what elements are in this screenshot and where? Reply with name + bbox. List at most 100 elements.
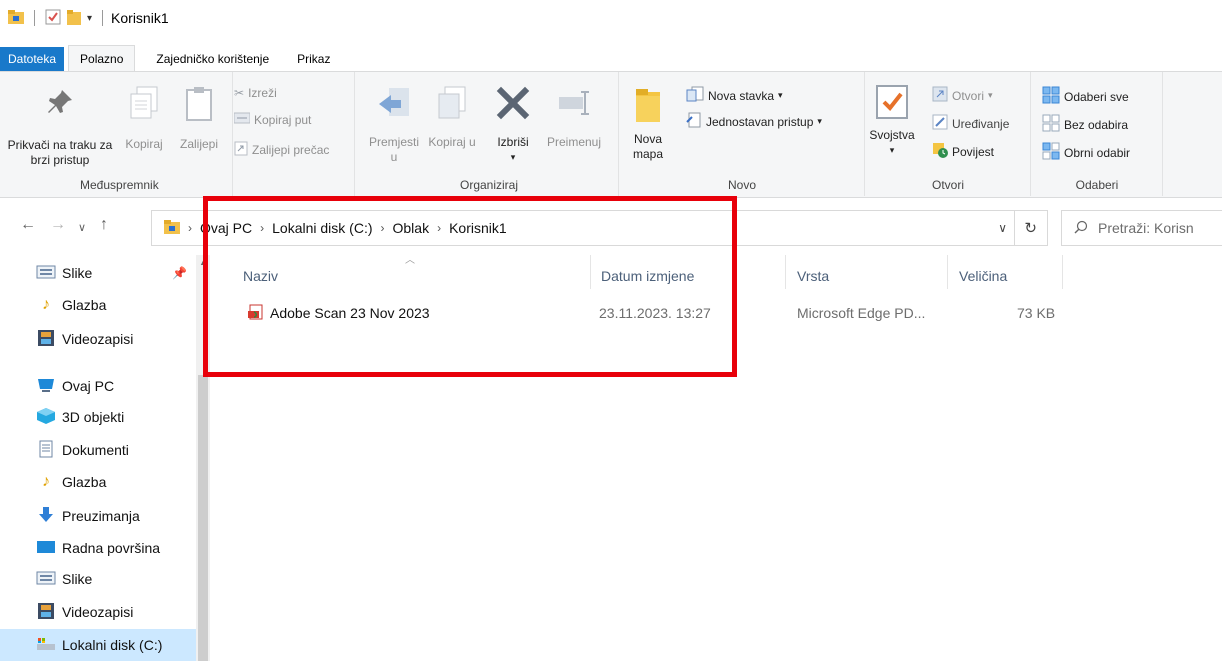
edit-button[interactable]: Uređivanje <box>932 114 1009 133</box>
pictures-icon <box>36 264 56 283</box>
new-item-label: Nova stavka <box>708 88 775 103</box>
rename-button[interactable]: Preimenuj <box>542 86 606 150</box>
window-title: Korisnik1 <box>111 10 169 26</box>
tab-view[interactable]: Prikaz <box>286 47 341 71</box>
sidebar-item-documents[interactable]: Dokumenti <box>36 434 129 466</box>
sidebar-item-label: Preuzimanja <box>62 508 140 524</box>
properties-button[interactable]: Svojstva ▾ <box>869 84 915 158</box>
sidebar-item-pictures[interactable]: Slike <box>36 563 92 595</box>
move-to-button[interactable]: Premjesti u <box>366 86 422 165</box>
new-item-button[interactable]: Nova stavka ▾ <box>686 86 783 105</box>
download-arrow-icon <box>36 506 56 527</box>
recent-locations-chevron-icon[interactable]: ∨ <box>78 221 86 234</box>
column-header-size[interactable]: Veličina <box>959 261 1007 291</box>
column-header-type[interactable]: Vrsta <box>797 261 829 291</box>
sidebar-item-3d-objects[interactable]: 3D objekti <box>36 401 124 433</box>
3d-objects-icon <box>36 407 56 428</box>
copy-to-icon <box>437 86 467 124</box>
invert-selection-button[interactable]: Obrni odabir <box>1042 142 1130 163</box>
sidebar-item-local-disk[interactable]: Lokalni disk (C:) <box>0 629 199 661</box>
select-none-label: Bez odabira <box>1064 117 1129 132</box>
sidebar-item-this-pc[interactable]: Ovaj PC <box>36 370 114 402</box>
delete-x-icon <box>496 86 530 124</box>
chevron-down-icon: ▾ <box>817 116 822 126</box>
sidebar-item-videos[interactable]: Videozapisi <box>36 323 133 355</box>
column-divider[interactable] <box>785 255 786 289</box>
copy-to-button[interactable]: Kopiraj u <box>426 86 478 150</box>
paste-button[interactable]: Zalijepi <box>172 86 226 152</box>
explorer-folder-icon[interactable] <box>8 9 24 27</box>
new-item-icon <box>686 86 704 105</box>
select-all-label: Odaberi sve <box>1064 89 1129 104</box>
easy-access-label: Jednostavan pristup <box>706 114 814 129</box>
select-none-icon <box>1042 114 1060 135</box>
up-arrow-icon[interactable]: ↑ <box>100 216 108 234</box>
sidebar-item-downloads[interactable]: Preuzimanja <box>36 500 140 532</box>
rename-icon <box>557 86 591 124</box>
quick-access-toolbar: ▾ <box>0 9 107 28</box>
music-note-icon: ♪ <box>42 296 50 313</box>
videos-icon <box>36 602 56 623</box>
group-organize: Premjesti u Kopiraj u Izbriši ▾ Preimenu… <box>360 72 619 196</box>
edit-icon <box>932 114 948 133</box>
back-arrow-icon[interactable]: ← <box>20 216 36 234</box>
invert-selection-label: Obrni odabir <box>1064 145 1131 160</box>
pin-quick-access-button[interactable]: Prikvači na traku za brzi pristup <box>4 86 116 168</box>
this-pc-icon <box>164 219 180 237</box>
select-all-button[interactable]: Odaberi sve <box>1042 86 1129 107</box>
forward-arrow-icon[interactable]: → <box>50 216 66 234</box>
open-button[interactable]: Otvori ▾ <box>932 86 993 105</box>
copy-button[interactable]: Kopiraj <box>119 86 169 152</box>
paste-label: Zalijepi <box>179 137 218 151</box>
new-folder-button[interactable]: Nova mapa <box>628 86 668 162</box>
customize-dropdown-icon[interactable]: ▾ <box>87 13 92 24</box>
tab-share[interactable]: Zajedničko korištenje <box>145 47 280 71</box>
sidebar-item-pictures[interactable]: Slike 📌 <box>36 257 187 289</box>
clipboard-icon <box>184 86 214 126</box>
sidebar-item-music[interactable]: ♪ Glazba <box>36 466 106 498</box>
group-label-select: Odaberi <box>1075 178 1119 192</box>
chevron-down-icon: ▾ <box>778 90 783 100</box>
new-folder-icon[interactable] <box>67 9 81 28</box>
column-divider[interactable] <box>947 255 948 289</box>
group-label-open: Otvori <box>931 178 964 192</box>
music-note-icon: ♪ <box>42 473 50 490</box>
properties-label: Svojstva <box>869 128 915 142</box>
group-label-organize: Organiziraj <box>459 178 519 192</box>
move-to-icon <box>377 86 411 124</box>
ribbon-tabs: Datoteka Polazno Zajedničko korištenje P… <box>0 45 1222 71</box>
select-none-button[interactable]: Bez odabira <box>1042 114 1128 135</box>
group-new: Nova mapa Nova stavka ▾ Jednostavan pris… <box>620 72 865 196</box>
tab-home[interactable]: Polazno <box>68 45 136 71</box>
sidebar-item-label: Slike <box>62 571 93 587</box>
history-icon <box>932 142 948 161</box>
explorer-window: ▾ Korisnik1 Datoteka Polazno Zajedničko … <box>0 0 1222 661</box>
new-folder-label: Nova mapa <box>632 132 664 161</box>
videos-icon <box>36 329 56 350</box>
address-divider <box>1014 211 1015 245</box>
easy-access-button[interactable]: Jednostavan pristup ▾ <box>686 112 822 131</box>
history-button[interactable]: Povijest <box>932 142 994 161</box>
address-history-chevron-icon[interactable]: ∨ <box>998 221 1007 235</box>
group-clipboard: Prikvači na traku za brzi pristup Kopira… <box>0 72 329 196</box>
pin-icon[interactable]: 📌 <box>172 266 187 280</box>
sidebar-item-desktop[interactable]: Radna površina <box>36 532 160 564</box>
search-box[interactable]: Pretraži: Korisn <box>1061 210 1222 246</box>
sidebar-item-label: Videozapisi <box>62 331 134 347</box>
tab-file[interactable]: Datoteka <box>0 47 65 71</box>
properties-check-icon[interactable] <box>45 9 61 28</box>
separator <box>102 10 104 26</box>
file-type: Microsoft Edge PD... <box>797 305 926 321</box>
computer-icon <box>36 377 56 396</box>
delete-button[interactable]: Izbriši ▾ <box>490 86 536 165</box>
rename-label: Preimenuj <box>546 135 602 149</box>
column-divider[interactable] <box>1062 255 1063 289</box>
group-select: Odaberi sve Bez odabira Obrni odabir Oda… <box>1032 72 1163 196</box>
sidebar-item-videos[interactable]: Videozapisi <box>36 596 133 628</box>
chevron-right-icon[interactable]: › <box>188 221 192 235</box>
refresh-icon[interactable]: ↻ <box>1024 219 1037 237</box>
file-size: 73 KB <box>1017 305 1056 321</box>
sidebar-item-music[interactable]: ♪ Glazba <box>36 289 106 321</box>
edit-label: Uređivanje <box>952 116 1010 131</box>
scrollbar-thumb[interactable] <box>198 375 208 661</box>
